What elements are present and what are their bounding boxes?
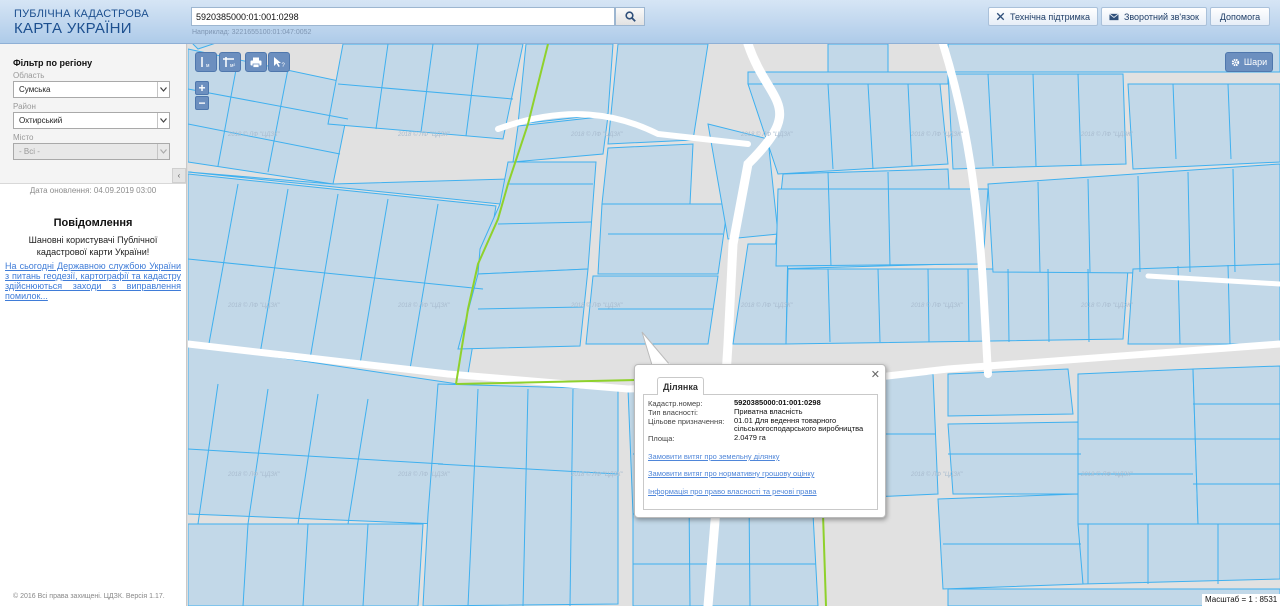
district-label: Район: [13, 102, 36, 111]
region-filter: Фільтр по регіону Область Сумська Район …: [0, 44, 186, 184]
search-input[interactable]: [191, 7, 615, 26]
row-value: 2.0479 га: [734, 433, 766, 442]
print-button[interactable]: [245, 52, 267, 72]
search-icon: [624, 11, 636, 22]
help-button[interactable]: Допомога: [1210, 7, 1270, 26]
row-value: 01.01 Для ведення товарного сільськогосп…: [734, 416, 864, 433]
measure-length-tool[interactable]: м: [195, 52, 217, 72]
filter-title: Фільтр по регіону: [13, 58, 93, 68]
feedback-button[interactable]: Зворотний зв'язок: [1101, 7, 1207, 26]
city-value: - Всі -: [19, 147, 40, 156]
chevron-left-icon: ‹: [177, 171, 181, 180]
svg-text:?: ?: [282, 63, 286, 68]
watermark: 2018 © ЛФ "ЦДЗК": [228, 132, 280, 138]
help-label: Допомога: [1219, 11, 1261, 22]
region-label: Область: [13, 71, 45, 80]
map-canvas[interactable]: 2018 © ЛФ "ЦДЗК" 2018 © ЛФ "ЦДЗК" 2018 ©…: [188, 44, 1280, 606]
layers-button[interactable]: Шари: [1225, 52, 1273, 72]
measure-area-tool[interactable]: м²: [219, 52, 241, 72]
update-date: Дата оновлення: 04.09.2019 03:00: [29, 186, 157, 195]
logo-line1: ПУБЛІЧНА КАДАСТРОВА: [14, 8, 149, 20]
search-example: Наприклад: 3221655100:01:047:0052: [192, 29, 312, 36]
order-valuation-link[interactable]: Замовити витяг про нормативну грошову оц…: [648, 469, 814, 478]
watermark: 2018 © ЛФ "ЦДЗК": [741, 132, 793, 138]
tab-parcel[interactable]: Ділянка: [657, 377, 704, 395]
zoom-in-button[interactable]: +: [195, 81, 209, 95]
row-key: Тип власності:: [648, 408, 698, 417]
chevron-down-icon: [157, 113, 169, 128]
support-button[interactable]: Технічна підтримка: [988, 7, 1098, 26]
ownership-info-link[interactable]: Інформація про право власності та речові…: [648, 487, 817, 496]
order-extract-link[interactable]: Замовити витяг про земельну ділянку: [648, 452, 780, 461]
district-select[interactable]: Охтирський: [13, 112, 170, 129]
area-icon: м²: [223, 57, 235, 68]
sidebar: Фільтр по регіону Область Сумська Район …: [0, 44, 187, 606]
zoom-out-button[interactable]: −: [195, 96, 209, 110]
scale-indicator: Масштаб = 1 : 8531: [1202, 594, 1280, 606]
watermark: 2018 © ЛФ "ЦДЗК": [571, 132, 623, 138]
copyright: © 2016 Всі права захищені. ЦДЗК. Версія …: [13, 593, 165, 600]
notice-link[interactable]: На сьогодні Державною службою України з …: [5, 261, 181, 301]
svg-text:м: м: [206, 63, 210, 68]
watermark: 2018 © ЛФ "ЦДЗК": [911, 132, 963, 138]
feedback-label: Зворотний зв'язок: [1123, 11, 1199, 22]
row-key: Площа:: [648, 434, 675, 443]
watermark: 2018 © ЛФ "ЦДЗК": [741, 303, 793, 309]
search-bar: Наприклад: 3221655100:01:047:0052: [191, 7, 645, 36]
popup-pointer: [641, 331, 672, 366]
watermark: 2018 © ЛФ "ЦДЗК": [1081, 303, 1133, 309]
header: ПУБЛІЧНА КАДАСТРОВА КАРТА УКРАЇНИ Наприк…: [0, 0, 1280, 44]
logo[interactable]: ПУБЛІЧНА КАДАСТРОВА КАРТА УКРАЇНИ: [14, 8, 149, 37]
printer-icon: [250, 57, 262, 68]
chevron-down-icon: [157, 144, 169, 159]
notice-title: Повідомлення: [53, 217, 133, 229]
watermark: 2018 © ЛФ "ЦДЗК": [911, 303, 963, 309]
layers-label: Шари: [1243, 57, 1268, 67]
watermark: 2018 © ЛФ "ЦДЗК": [398, 303, 450, 309]
cursor-question-icon: ?: [274, 57, 286, 68]
city-label: Місто: [13, 133, 34, 142]
minus-icon: −: [198, 96, 206, 110]
popup-content: Кадастр.номер: 5920385000:01:001:0298 Ти…: [643, 394, 878, 510]
city-select[interactable]: - Всі -: [13, 143, 170, 160]
parcel-popup: ✕ Ділянка Кадастр.номер: 5920385000:01:0…: [634, 364, 886, 518]
watermark: 2018 © ЛФ "ЦДЗК": [1081, 132, 1133, 138]
logo-line2: КАРТА УКРАЇНИ: [14, 20, 132, 37]
row-key: Цільове призначення:: [648, 417, 725, 426]
search-button[interactable]: [615, 7, 645, 26]
chevron-down-icon: [157, 82, 169, 97]
watermark: 2018 © ЛФ "ЦДЗК": [1081, 472, 1133, 478]
support-label: Технічна підтримка: [1009, 11, 1090, 22]
identify-tool[interactable]: ?: [268, 52, 290, 72]
purpose-row: Цільове призначення: 01.01 Для ведення т…: [648, 417, 874, 433]
envelope-icon: [1109, 12, 1119, 20]
watermark: 2018 © ЛФ "ЦДЗК": [228, 303, 280, 309]
notice-text: Шановні користувачі Публічної кадастрово…: [28, 235, 158, 257]
close-icon[interactable]: ✕: [871, 368, 880, 381]
watermark: 2018 © ЛФ "ЦДЗК": [571, 472, 623, 478]
watermark: 2018 © ЛФ "ЦДЗК": [398, 132, 450, 138]
region-select[interactable]: Сумська: [13, 81, 170, 98]
collapse-sidebar-button[interactable]: ‹: [172, 168, 186, 183]
row-key: Кадастр.номер:: [648, 399, 703, 408]
region-value: Сумська: [19, 85, 51, 94]
area-row: Площа: 2.0479 га: [648, 433, 874, 444]
plus-icon: +: [198, 81, 206, 95]
svg-text:м²: м²: [230, 63, 235, 68]
cadastral-map: [188, 44, 1280, 606]
watermark: 2018 © ЛФ "ЦДЗК": [398, 472, 450, 478]
watermark: 2018 © ЛФ "ЦДЗК": [911, 472, 963, 478]
tools-icon: [996, 12, 1005, 21]
watermark: 2018 © ЛФ "ЦДЗК": [228, 472, 280, 478]
gear-icon: [1231, 58, 1240, 66]
ruler-icon: м: [201, 57, 210, 68]
watermark: 2018 © ЛФ "ЦДЗК": [571, 303, 623, 309]
district-value: Охтирський: [19, 116, 63, 125]
